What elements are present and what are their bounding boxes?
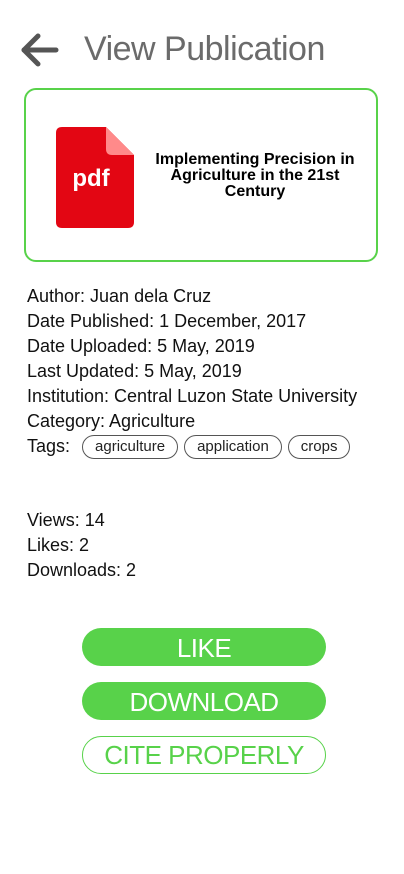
publication-card[interactable]: pdf Implementing Precision in Agricultur… xyxy=(24,88,378,262)
back-button[interactable] xyxy=(20,30,60,70)
publication-stats: Views: 14 Likes: 2 Downloads: 2 xyxy=(27,508,136,583)
last-updated-text: Last Updated: 5 May, 2019 xyxy=(27,361,242,381)
publication-title: Implementing Precision in Agriculture in… xyxy=(155,151,355,200)
tag-chip[interactable]: application xyxy=(184,434,282,459)
downloads-count: Downloads: 2 xyxy=(27,560,137,580)
date-uploaded-text: Date Uploaded: 5 May, 2019 xyxy=(27,336,255,356)
download-button[interactable]: DOWNLOAD xyxy=(82,682,326,720)
publication-meta: Author: Juan dela Cruz Date Published: 1… xyxy=(27,284,387,459)
like-button[interactable]: LIKE xyxy=(82,628,326,666)
author-text: Author: Juan dela Cruz xyxy=(27,286,212,306)
cite-properly-button[interactable]: CITE PROPERLY xyxy=(82,736,326,774)
pdf-label: pdf xyxy=(72,165,110,192)
likes-count: Likes: 2 xyxy=(27,535,90,555)
pdf-file-icon: pdf xyxy=(56,127,134,228)
views-count: Views: 14 xyxy=(27,510,105,530)
page-title: View Publication xyxy=(84,30,325,68)
institution-text: Institution: Central Luzon State Univers… xyxy=(27,386,358,406)
tags-row: Tags: agriculture application crops xyxy=(27,434,387,459)
tag-chip[interactable]: crops xyxy=(287,434,351,459)
category-text: Category: Agriculture xyxy=(27,411,196,431)
arrow-left-icon xyxy=(21,33,59,67)
tags-label: Tags: xyxy=(27,436,71,456)
tag-chip[interactable]: agriculture xyxy=(82,434,179,459)
header: View Publication xyxy=(0,0,404,100)
date-published-text: Date Published: 1 December, 2017 xyxy=(27,311,307,331)
